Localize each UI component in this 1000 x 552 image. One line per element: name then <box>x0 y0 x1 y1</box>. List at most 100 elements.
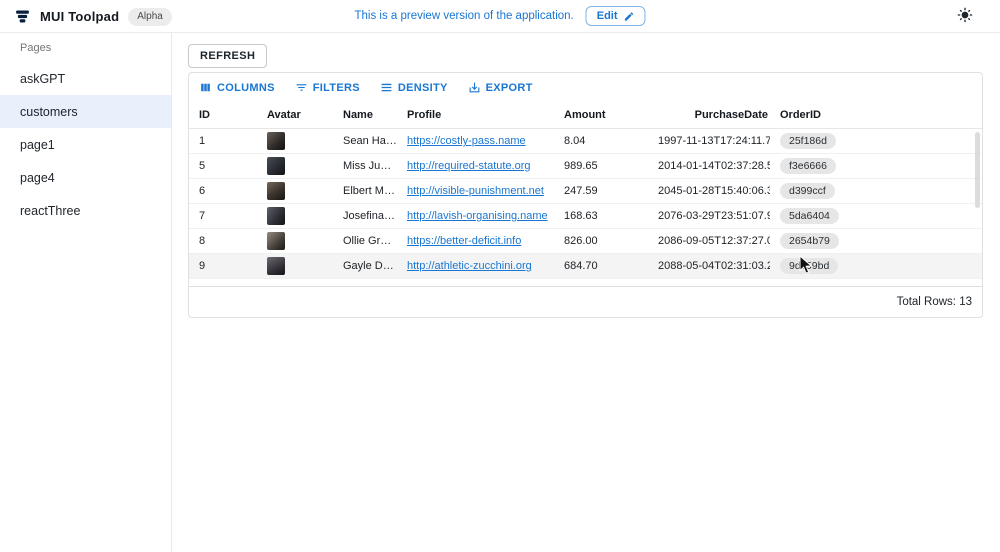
cell-purchase-date: 2086-09-05T12:37:27.015Z <box>648 235 770 247</box>
cell-id: 7 <box>189 210 257 222</box>
profile-link[interactable]: https://costly-pass.name <box>407 135 526 147</box>
order-id-chip[interactable]: f3e6666 <box>780 158 836 175</box>
edit-button[interactable]: Edit <box>586 6 646 26</box>
cell-order-id: f3e6666 <box>770 158 982 175</box>
light-mode-icon <box>957 7 973 23</box>
columns-button-label: COLUMNS <box>217 82 275 94</box>
order-id-chip[interactable]: 9dc59bd <box>780 258 838 275</box>
column-header-name[interactable]: Name <box>333 109 397 121</box>
column-header-amount[interactable]: Amount <box>554 109 648 121</box>
cell-purchase-date: 2045-01-28T15:40:06.325Z <box>648 185 770 197</box>
cell-name: Elbert McL... <box>333 185 397 197</box>
edit-button-label: Edit <box>597 10 618 22</box>
filters-button-label: FILTERS <box>313 82 360 94</box>
order-id-chip[interactable]: 5da6404 <box>780 208 839 225</box>
cell-purchase-date: 2076-03-29T23:51:07.968Z <box>648 210 770 222</box>
column-header-profile[interactable]: Profile <box>397 109 554 121</box>
order-id-chip[interactable]: 2654b79 <box>780 233 839 250</box>
column-header-id[interactable]: ID <box>189 109 257 121</box>
cell-order-id: 9dc59bd <box>770 258 982 275</box>
cell-profile: http://visible-punishment.net <box>397 185 554 197</box>
column-header-purchasedate[interactable]: PurchaseDate <box>648 109 770 121</box>
refresh-button[interactable]: REFRESH <box>188 44 267 68</box>
cell-name: Miss Juan ... <box>333 160 397 172</box>
cell-purchase-date: 2014-01-14T02:37:28.536Z <box>648 160 770 172</box>
sidebar-item-page1[interactable]: page1 <box>0 128 171 161</box>
avatar-image <box>267 182 285 200</box>
grid-footer: Total Rows: 13 <box>189 286 982 317</box>
order-id-chip[interactable]: d399ccf <box>780 183 835 200</box>
cell-id: 9 <box>189 260 257 272</box>
table-row[interactable]: 1 Sean Harris https://costly-pass.name 8… <box>189 129 982 154</box>
cell-order-id: 25f186d <box>770 133 982 150</box>
cell-avatar <box>257 232 333 250</box>
cell-id: 1 <box>189 135 257 147</box>
main-content: REFRESH COLUMNS FILTERS DENSITY EXPORT <box>173 33 1000 552</box>
cell-order-id: d399ccf <box>770 183 982 200</box>
profile-link[interactable]: http://visible-punishment.net <box>407 185 544 197</box>
avatar-image <box>267 132 285 150</box>
pencil-icon <box>624 11 635 22</box>
sidebar-section-label: Pages <box>0 33 171 62</box>
sidebar-item-page4[interactable]: page4 <box>0 161 171 194</box>
cell-name: Sean Harris <box>333 135 397 147</box>
filter-icon <box>295 81 308 94</box>
export-download-icon <box>468 81 481 94</box>
theme-toggle-button[interactable] <box>956 7 974 25</box>
column-header-avatar[interactable]: Avatar <box>257 109 333 121</box>
cell-avatar <box>257 157 333 175</box>
cell-profile: https://better-deficit.info <box>397 235 554 247</box>
cell-amount: 168.63 <box>554 210 648 222</box>
cell-purchase-date: 1997-11-13T17:24:11.769Z <box>648 135 770 147</box>
cell-avatar <box>257 132 333 150</box>
cell-avatar <box>257 207 333 225</box>
column-header-orderid[interactable]: OrderID <box>770 109 982 121</box>
topbar-brand: MUI Toolpad Alpha <box>14 0 172 33</box>
cell-profile: http://athletic-zucchini.org <box>397 260 554 272</box>
profile-link[interactable]: http://lavish-organising.name <box>407 210 548 222</box>
topbar-actions <box>956 7 974 25</box>
preview-text: This is a preview version of the applica… <box>354 10 573 22</box>
cell-amount: 989.65 <box>554 160 648 172</box>
table-row[interactable]: 7 Josefina P... http://lavish-organising… <box>189 204 982 229</box>
profile-link[interactable]: http://athletic-zucchini.org <box>407 260 532 272</box>
sidebar-item-askgpt[interactable]: askGPT <box>0 62 171 95</box>
topbar: MUI Toolpad Alpha This is a preview vers… <box>0 0 1000 33</box>
cell-id: 5 <box>189 160 257 172</box>
table-row[interactable]: 9 Gayle Den... http://athletic-zucchini.… <box>189 254 982 279</box>
profile-link[interactable]: https://better-deficit.info <box>407 235 521 247</box>
columns-button[interactable]: COLUMNS <box>199 81 275 94</box>
cell-id: 8 <box>189 235 257 247</box>
cell-amount: 247.59 <box>554 185 648 197</box>
profile-link[interactable]: http://required-statute.org <box>407 160 531 172</box>
table-row[interactable]: 8 Ollie Green... https://better-deficit.… <box>189 229 982 254</box>
total-rows-label: Total Rows: 13 <box>897 296 972 308</box>
grid-rows-viewport: 1 Sean Harris https://costly-pass.name 8… <box>189 129 982 286</box>
toolpad-logo-icon <box>14 8 31 25</box>
table-row[interactable]: 5 Miss Juan ... http://required-statute.… <box>189 154 982 179</box>
density-icon <box>380 81 393 94</box>
data-grid: COLUMNS FILTERS DENSITY EXPORT ID Avatar… <box>188 72 983 318</box>
cell-id: 6 <box>189 185 257 197</box>
cell-profile: http://required-statute.org <box>397 160 554 172</box>
sidebar-item-customers[interactable]: customers <box>0 95 171 128</box>
order-id-chip[interactable]: 25f186d <box>780 133 836 150</box>
table-row[interactable]: 6 Elbert McL... http://visible-punishmen… <box>189 179 982 204</box>
alpha-badge: Alpha <box>128 8 172 26</box>
cell-profile: https://costly-pass.name <box>397 135 554 147</box>
sidebar: Pages askGPT customers page1 page4 react… <box>0 33 172 552</box>
avatar-image <box>267 157 285 175</box>
sidebar-item-reactthree[interactable]: reactThree <box>0 194 171 227</box>
export-button-label: EXPORT <box>486 82 533 94</box>
grid-toolbar: COLUMNS FILTERS DENSITY EXPORT <box>189 73 982 102</box>
cell-amount: 684.70 <box>554 260 648 272</box>
filters-button[interactable]: FILTERS <box>295 81 360 94</box>
vertical-scrollbar-thumb[interactable] <box>975 132 980 208</box>
cell-amount: 8.04 <box>554 135 648 147</box>
export-button[interactable]: EXPORT <box>468 81 533 94</box>
density-button[interactable]: DENSITY <box>380 81 448 94</box>
columns-icon <box>199 81 212 94</box>
cell-avatar <box>257 182 333 200</box>
preview-banner: This is a preview version of the applica… <box>354 6 645 26</box>
avatar-image <box>267 207 285 225</box>
